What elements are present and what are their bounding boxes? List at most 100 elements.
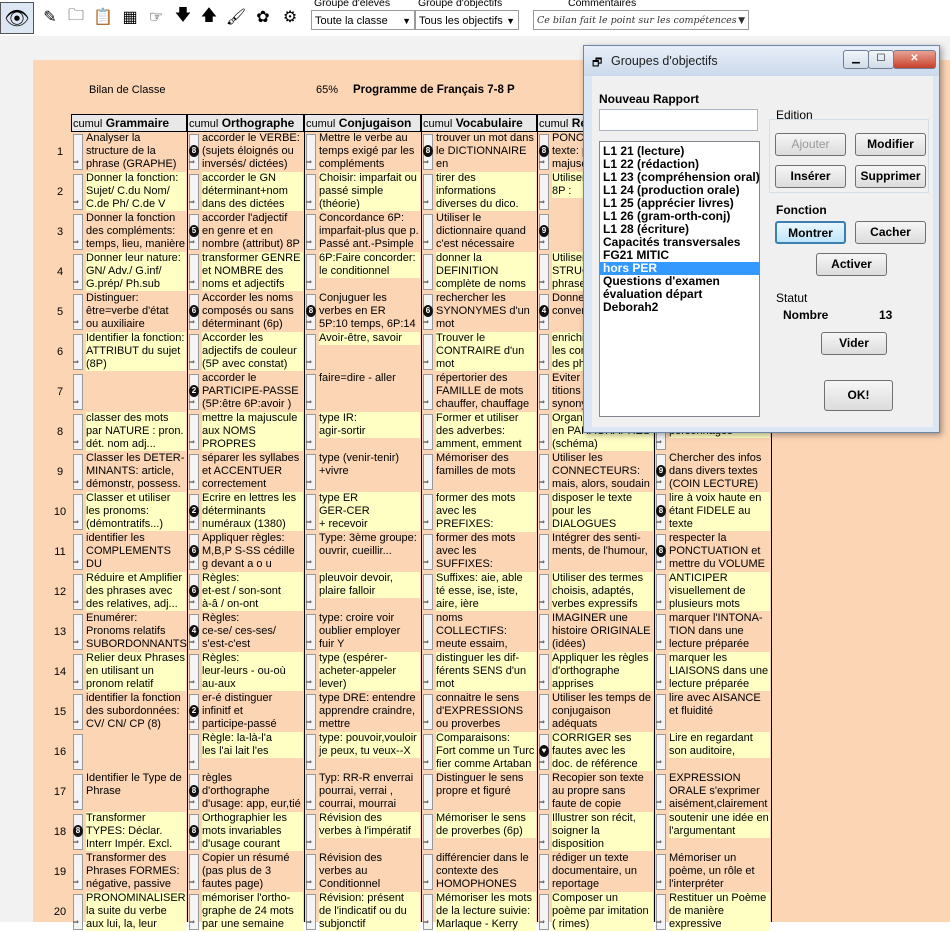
groupe-list-item[interactable]: Deborah2	[600, 301, 759, 314]
objective-cell[interactable]: ⇒ différencier dans le contexte des HOMOP…	[421, 852, 537, 892]
objective-cell[interactable]: ⇒ Lire en regardant son auditoire,	[654, 732, 771, 772]
objective-cell[interactable]: ⇒ Utiliser le dictionnaire quand c'est né…	[421, 212, 537, 252]
objective-cell[interactable]: ⇒ Recopier son texte au propre sans faute…	[537, 772, 654, 812]
objective-cell[interactable]: ⇒ type: pouvoir,vouloir je peux, tu veux-…	[304, 732, 421, 772]
objective-cell[interactable]: ⇒ mémoriser l'ortho- graphe de 24 mots pa…	[187, 892, 304, 932]
vider-button[interactable]: Vider	[821, 332, 887, 355]
objective-cell[interactable]: ⇒ former des mots avec les PREFIXES: anti…	[421, 492, 537, 532]
objective-cell[interactable]: ⇒ Typ: RR-R enverrai pourrai, verrai , co…	[304, 772, 421, 812]
cacher-button[interactable]: Cacher	[855, 221, 926, 244]
modifier-button[interactable]: Modifier	[855, 133, 926, 156]
objective-cell[interactable]: ⇒ distinguer les dif- férents SENS d'un m…	[421, 652, 537, 692]
groupe-eleves-select[interactable]: Toute la classe ▼	[311, 10, 415, 30]
objective-cell[interactable]: ⇒ Révision: présent de l'indicatif ou du …	[304, 892, 421, 932]
objective-cell[interactable]: ⇒ Mémoriser les mots de la lecture suivie…	[421, 892, 537, 932]
column-header-3[interactable]: cumul Vocabulaire	[421, 114, 537, 132]
objective-cell[interactable]: ⇒ Illustrer son récit, soigner la disposi…	[537, 812, 654, 852]
objective-cell[interactable]: ⇒ donner la DEFINITION complète de noms	[421, 252, 537, 292]
montrer-button[interactable]: Montrer	[775, 221, 846, 244]
folder-icon[interactable]: 🗀	[64, 4, 88, 30]
objective-cell[interactable]: ⇒ disposer le texte pour les DIALOGUES	[537, 492, 654, 532]
eye-icon[interactable]: 👁	[0, 2, 34, 34]
grid-icon[interactable]: ▦	[118, 4, 142, 30]
objective-cell[interactable]: 6 ⇒ Règles: et-est / son-sont à-â / on-ont	[187, 572, 304, 612]
pencil-icon[interactable]: ✎	[38, 4, 62, 30]
objective-cell[interactable]: ⇒ type (venir-tenir) +vivre	[304, 452, 421, 492]
objective-cell[interactable]: 6 ⇒ Appliquer règles: M,B,P S-SS cédille g…	[187, 532, 304, 572]
nouveau-rapport-input[interactable]	[599, 109, 758, 131]
objective-cell[interactable]: ⇒ Classer et utiliser les pronoms: (démon…	[71, 492, 187, 532]
objective-cell[interactable]: ⇒ Donner leur nature: GN/ Adv./ G.inf/ G.…	[71, 252, 187, 292]
objective-cell[interactable]: 8 ⇒ lire à voix haute en étant FIDELE au t…	[654, 492, 771, 532]
objective-cell[interactable]: ⇒ soutenir une idée en l'argumentant	[654, 812, 771, 852]
objective-cell[interactable]: ⇒ Donner la fonction des compléments: tem…	[71, 212, 187, 252]
objective-cell[interactable]: ⇒ Mémoriser des familles de mots	[421, 452, 537, 492]
objective-cell[interactable]: ⇒ Utiliser les CONNECTEURS: mais, alors, …	[537, 452, 654, 492]
objective-cell[interactable]: 8 ⇒ accorder le VERBE: (sujets éloignés ou…	[187, 132, 304, 172]
objective-cell[interactable]: ⇒ identifier la fonction des subordonnées…	[71, 692, 187, 732]
objective-cell[interactable]: ⇒ Trouver le CONTRAIRE d'un mot	[421, 332, 537, 372]
objective-cell[interactable]: ⇒ Restituer un Poème de manière expressiv…	[654, 892, 771, 932]
objective-cell[interactable]: ⇒ Accorder les adjectifs de couleur (5P a…	[187, 332, 304, 372]
objective-cell[interactable]: ⇒ Comparaisons: Fort comme un Turc fier c…	[421, 732, 537, 772]
objective-cell[interactable]: 6 ⇒ Accorder les noms composés ou sans dét…	[187, 292, 304, 332]
objective-cell[interactable]: ⇒ lire avec AISANCE et fluidité	[654, 692, 771, 732]
objective-cell[interactable]: ⇒ Composer un poème par imitation ( rimes…	[537, 892, 654, 932]
objective-cell[interactable]: ⇒ former des mots avec les SUFFIXES: oir,…	[421, 532, 537, 572]
objective-cell[interactable]: ⇒ type: croire voir oublier employer fuir…	[304, 612, 421, 652]
objective-cell[interactable]: ⇒ Réduire et Amplifier des phrases avec d…	[71, 572, 187, 612]
objective-cell[interactable]: 8 ⇒ Orthographier les mots invariables d'u…	[187, 812, 304, 852]
objective-cell[interactable]: 8 ⇒ respecter la PONCTUATION et mettre du …	[654, 532, 771, 572]
objective-cell[interactable]: ⇒ noms COLLECTIFS: meute essaim, harde	[421, 612, 537, 652]
objective-cell[interactable]: ♥ ⇒ CORRIGER ses fautes avec les doc. de r…	[537, 732, 654, 772]
objective-cell[interactable]: ⇒ Identifier le Type de Phrase	[71, 772, 187, 812]
column-header-2[interactable]: cumul Conjugaison	[304, 114, 421, 132]
close-button[interactable]: ✕	[893, 50, 936, 69]
inserer-button[interactable]: Insérer	[775, 165, 846, 188]
objective-cell[interactable]: ⇒ Règles: leur-leurs - ou-où au-aux	[187, 652, 304, 692]
objective-cell[interactable]: ⇒ Appliquer les règles d'orthographe appr…	[537, 652, 654, 692]
objective-cell[interactable]: ⇒ faire=dire - aller	[304, 372, 421, 412]
commentaires-select[interactable]: Ce bilan fait le point sur les compétenc…	[533, 10, 749, 30]
activer-button[interactable]: Activer	[816, 253, 887, 276]
objective-cell[interactable]: ⇒ IMAGINER une histoire ORIGINALE (idées)	[537, 612, 654, 652]
objective-cell[interactable]: ⇒ Classer les DETER- MINANTS: article, dé…	[71, 452, 187, 492]
arrow-up-icon[interactable]: 🡅	[197, 4, 221, 30]
objective-cell[interactable]: ⇒ connaitre le sens d'EXPRESSIONS ou prov…	[421, 692, 537, 732]
objective-cell[interactable]: ⇒ Identifier la fonction: ATTRIBUT du suj…	[71, 332, 187, 372]
pointing-hand-icon[interactable]: ☞	[144, 4, 168, 30]
flowers-icon[interactable]: ✿	[251, 4, 275, 30]
objective-cell[interactable]: ⇒ classer des mots par NATURE : pron. dét…	[71, 412, 187, 452]
objective-cell[interactable]: 9 ⇒ Chercher des infos dans divers textes …	[654, 452, 771, 492]
objective-cell[interactable]: ⇒ 6P:Faire concorder: le conditionnel	[304, 252, 421, 292]
objective-cell[interactable]: 8 ⇒ Transformer TYPES: Déclar. Interr Impé…	[71, 812, 187, 852]
column-header-1[interactable]: cumul Orthographe	[187, 114, 304, 132]
objective-cell[interactable]: ⇒ Révision des verbes à l'impératif	[304, 812, 421, 852]
objective-cell[interactable]: 8 ⇒ Conjuguer les verbes en ER 5P:10 temps…	[304, 292, 421, 332]
supprimer-button[interactable]: Supprimer	[855, 165, 926, 188]
ok-button[interactable]: OK!	[824, 380, 893, 411]
objective-cell[interactable]: ⇒ tirer des informations diverses du dico…	[421, 172, 537, 212]
objective-cell[interactable]: ⇒ Suffixes: aie, able té esse, ise, iste,…	[421, 572, 537, 612]
clipboard-icon[interactable]: 📋	[91, 4, 115, 30]
objective-cell[interactable]: ⇒ pleuvoir devoir, plaire falloir	[304, 572, 421, 612]
objective-cell[interactable]: ⇒ mettre la majuscule aux NOMS PROPRES	[187, 412, 304, 452]
objective-cell[interactable]: ⇒ Donner la fonction: Sujet/ C.du Nom/ C.…	[71, 172, 187, 212]
objective-cell[interactable]: 5 ⇒ accorder l'adjectif en genre et en nom…	[187, 212, 304, 252]
objective-cell[interactable]: ⇒	[71, 372, 187, 412]
objective-cell[interactable]: 4 ⇒ Règles: ce-se/ ces-ses/ s'est-c'est	[187, 612, 304, 652]
ajouter-button[interactable]: Ajouter	[775, 133, 846, 156]
objective-cell[interactable]: ⇒ Enumérer: Pronoms relatifs SUBORDONNANT…	[71, 612, 187, 652]
gear-icon[interactable]: ⚙	[278, 4, 302, 30]
arrow-down-icon[interactable]: 🡇	[171, 4, 195, 30]
objective-cell[interactable]: ⇒	[71, 732, 187, 772]
objective-cell[interactable]: 2 ⇒ er-é distinguer infinitf et participe-…	[187, 692, 304, 732]
objective-cell[interactable]: ⇒ ANTICIPER visuellement de plusieurs mot…	[654, 572, 771, 612]
objective-cell[interactable]: ⇒ Révision des verbes au Conditionnel	[304, 852, 421, 892]
objective-cell[interactable]: ⇒ Analyser la structure de la phrase (GRA…	[71, 132, 187, 172]
objective-cell[interactable]: ⇒ Relier deux Phrases en utilisant un pro…	[71, 652, 187, 692]
objective-cell[interactable]: ⇒ Mettre le verbe au temps exigé par les …	[304, 132, 421, 172]
dialog-titlebar[interactable]: 🗗 Groupes d'objectifs ▁ ☐ ✕	[584, 46, 939, 76]
objective-cell[interactable]: ⇒ type IR: agir-sortir	[304, 412, 421, 452]
objective-cell[interactable]: ⇒ Copier un résumé (pas plus de 3 fautes …	[187, 852, 304, 892]
